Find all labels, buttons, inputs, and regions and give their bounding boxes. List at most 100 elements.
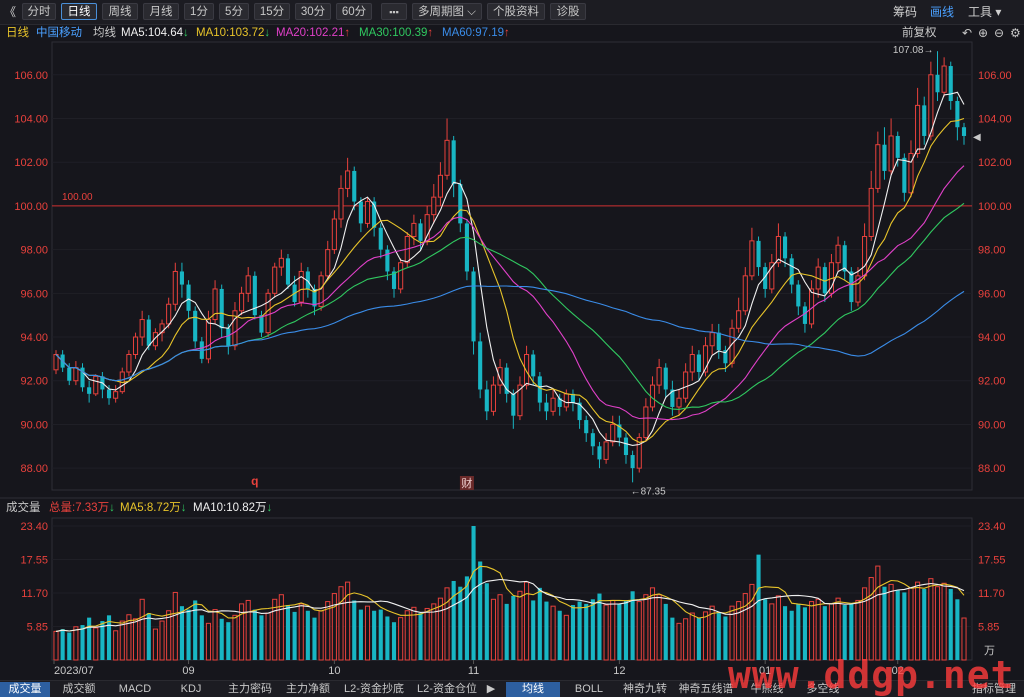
volume-bar-up (815, 598, 821, 661)
price-tick-label-right: 98.00 (978, 245, 1006, 257)
candle-body-down (849, 271, 854, 303)
candle-body-up (431, 196, 437, 216)
candle-body-up (265, 292, 271, 334)
candle-body-down (716, 332, 721, 351)
volume-bar-down (179, 606, 184, 660)
candle-body-down (584, 420, 589, 434)
candle-body-up (345, 170, 351, 189)
volume-bar-up (517, 590, 523, 661)
tab-macd[interactable]: MACD (108, 682, 162, 697)
volume-bar-up (404, 610, 410, 661)
volume-bar-down (352, 600, 357, 660)
volume-bar-up (278, 594, 284, 661)
volume-bar-up (828, 603, 834, 661)
candle-body-down (782, 236, 788, 259)
candle-body-down (358, 201, 363, 224)
volume-bar-up (689, 612, 695, 661)
volume-bar-down (372, 610, 377, 660)
volume-bar-up (364, 605, 371, 661)
ma30-line (55, 202, 965, 410)
volume-bar-down (849, 603, 854, 660)
volume-bar-down (570, 605, 576, 660)
x-tick-label: 09 (182, 665, 194, 677)
volume-bar-down (544, 601, 549, 660)
volume-bar-down (219, 618, 224, 660)
price-tick-label-right: 92.00 (978, 376, 1006, 388)
candle-body-up (643, 406, 649, 439)
kline-chart[interactable]: 106.00 106.00 104.00 104.00 102.00 102.00 100.… (0, 0, 1024, 696)
candle-body-down (663, 367, 668, 390)
price-tick-label-left: 106.00 (14, 70, 48, 82)
tab-turnover[interactable]: 成交额 (52, 682, 106, 697)
candle-body-down (935, 74, 940, 93)
candle-body-down (597, 446, 602, 460)
candle-body-down (955, 101, 960, 128)
volume-bar-down (391, 622, 397, 660)
volume-bar-down (484, 583, 489, 660)
price-tick-label-left: 98.00 (20, 245, 48, 257)
tab-ma[interactable]: 均线 (506, 682, 560, 697)
volume-bar-down (663, 603, 668, 660)
tab-main-code[interactable]: 主力密码 (222, 682, 278, 697)
volume-bar-down (756, 554, 761, 660)
volume-bar-up (73, 626, 79, 661)
volume-bar-up (835, 597, 841, 661)
event-marker-q: q (251, 474, 258, 488)
volume-bar-down (763, 599, 768, 660)
tab-l2-bottom[interactable]: L2-资金抄底 (338, 682, 410, 697)
volume-bar-down (537, 587, 542, 660)
volume-bar-up (437, 597, 443, 661)
tab-main-net[interactable]: 主力净额 (280, 682, 336, 697)
candle-body-up (331, 218, 337, 251)
volume-bar-up (139, 598, 145, 661)
candle-body-down (484, 389, 489, 412)
candle-body-down (378, 227, 383, 250)
tab-scroll-arrow[interactable]: ▶ (484, 682, 498, 697)
price-tick-label-right: 96.00 (978, 288, 1006, 300)
candle-body-up (749, 240, 755, 277)
volume-bar-down (670, 617, 675, 660)
volume-title[interactable]: 成交量 (6, 499, 41, 517)
x-tick-label: 11 (468, 665, 479, 677)
volume-tick-label-left: 23.40 (20, 521, 48, 533)
volume-bar-down (557, 610, 562, 660)
candle-body-up (245, 275, 251, 294)
tab-boll[interactable]: BOLL (562, 682, 616, 697)
x-tick-label: 10 (328, 665, 340, 677)
volume-bar-down (358, 609, 363, 660)
volume-bar-down (226, 622, 231, 660)
volume-bar-down (87, 617, 92, 660)
volume-bar-up (212, 609, 218, 661)
candle-body-up (272, 266, 278, 294)
candle-body-up (915, 104, 921, 154)
volume-bar-down (882, 586, 887, 660)
price-tick-label-left: 90.00 (20, 419, 48, 431)
volume-bar-up (298, 603, 304, 661)
candle-body-down (451, 140, 456, 185)
volume-bar-up (205, 622, 211, 661)
volume-bar-down (902, 592, 907, 660)
candle-body-down (67, 367, 72, 381)
tab-kdj[interactable]: KDJ (164, 682, 218, 697)
volume-bar-up (603, 604, 609, 661)
volume-bar-up (610, 599, 616, 661)
volume-tick-label-left: 11.70 (21, 588, 48, 600)
volume-ma5-line (55, 565, 965, 632)
candle-body-up (126, 354, 132, 373)
tab-volume[interactable]: 成交量 (0, 682, 50, 697)
volume-bar-up (683, 618, 689, 661)
candle-body-down (789, 258, 794, 285)
event-marker-cai: 财 (461, 476, 472, 490)
candle-body-up (411, 222, 417, 237)
tab-l2-position[interactable]: L2-资金仓位 (412, 682, 482, 697)
volume-tick-label-right: 17.55 (978, 555, 1006, 567)
price-tick-label-left: 96.00 (20, 288, 48, 300)
candle-body-up (437, 174, 443, 198)
volume-bar-down (511, 595, 516, 660)
tab-nine-turn[interactable]: 神奇九转 (618, 682, 672, 697)
candle-body-up (709, 332, 715, 347)
candle-body-down (882, 144, 887, 171)
candle-body-down (902, 157, 907, 193)
volume-ma5: MA5:8.72万↓ (120, 502, 187, 514)
candle-body-up (113, 391, 119, 399)
